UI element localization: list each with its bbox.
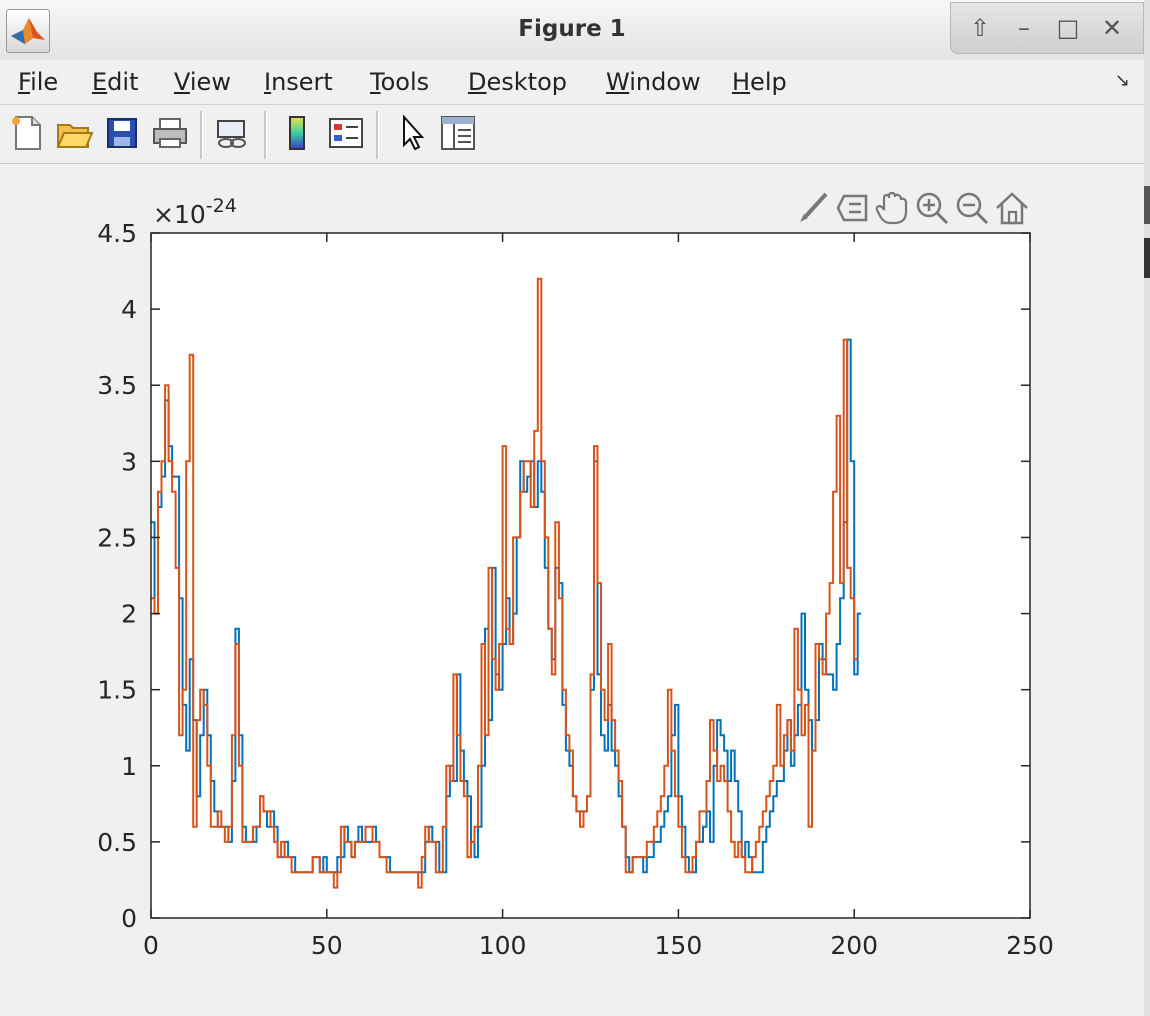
- pan-icon[interactable]: [874, 190, 910, 226]
- adjacent-window-edge: [1144, 0, 1150, 1016]
- menu-bar: File Edit View Insert Tools Desktop Wind…: [0, 60, 1144, 105]
- toolbar-separator: [264, 111, 267, 159]
- colorbar-icon[interactable]: [278, 113, 318, 153]
- dock-arrow-icon[interactable]: ↘: [1115, 70, 1130, 91]
- figure-window: Figure 1 ⇧ – □ ✕ File Edit View Insert T…: [0, 0, 1145, 1016]
- adjacent-window-mark: [1144, 238, 1150, 278]
- menu-tools[interactable]: Tools: [370, 68, 429, 96]
- figure-toolbar: [0, 105, 1144, 164]
- close-icon[interactable]: ✕: [1095, 11, 1129, 45]
- property-inspector-icon[interactable]: [438, 113, 478, 153]
- menu-desktop[interactable]: Desktop: [468, 68, 567, 96]
- menu-insert[interactable]: Insert: [264, 68, 333, 96]
- zoom-out-icon[interactable]: [954, 190, 990, 226]
- toolbar-separator: [376, 111, 379, 159]
- home-icon[interactable]: [994, 190, 1030, 226]
- minimize-icon[interactable]: –: [1007, 11, 1041, 45]
- data-tips-icon[interactable]: [834, 190, 870, 226]
- window-controls: ⇧ – □ ✕: [950, 2, 1144, 54]
- brush-icon[interactable]: [794, 190, 830, 226]
- zoom-in-icon[interactable]: [914, 190, 950, 226]
- save-icon[interactable]: [102, 113, 142, 153]
- menu-view[interactable]: View: [174, 68, 231, 96]
- print-icon[interactable]: [150, 113, 190, 153]
- figure-canvas: [0, 165, 1144, 1016]
- menu-window[interactable]: Window: [606, 68, 701, 96]
- adjacent-window-mark: [1144, 186, 1150, 224]
- maximize-icon[interactable]: □: [1051, 11, 1085, 45]
- pointer-icon[interactable]: [392, 113, 432, 153]
- link-plot-icon[interactable]: [212, 113, 252, 153]
- restore-up-icon[interactable]: ⇧: [963, 11, 997, 45]
- title-bar[interactable]: Figure 1 ⇧ – □ ✕: [0, 0, 1144, 61]
- menu-help[interactable]: Help: [732, 68, 787, 96]
- menu-file[interactable]: File: [18, 68, 58, 96]
- open-file-icon[interactable]: [54, 113, 94, 153]
- menu-edit[interactable]: Edit: [92, 68, 138, 96]
- legend-icon[interactable]: [326, 113, 366, 153]
- toolbar-separator: [200, 111, 203, 159]
- new-figure-icon[interactable]: [8, 113, 48, 153]
